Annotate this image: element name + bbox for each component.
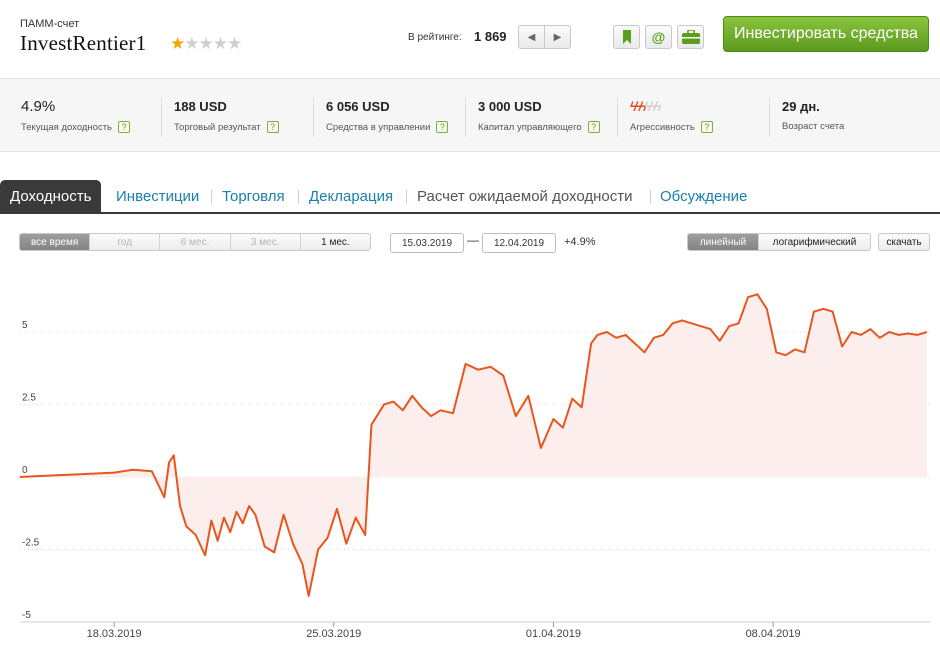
star-icon: ★ — [227, 34, 242, 53]
chevron-left-icon[interactable]: ◀ — [519, 26, 545, 48]
stat-trading-result: 188 USD Торговый результат? — [161, 97, 279, 137]
stat-label: Торговый результат — [174, 121, 261, 133]
scale-logarithmic[interactable]: логарифмический — [758, 234, 870, 250]
stat-value: 6 056 USD — [326, 98, 390, 114]
star-icon: ★ — [198, 34, 214, 53]
stat-label: Средства в управлении — [326, 121, 431, 133]
tab-discussion[interactable]: Обсуждение — [660, 180, 747, 212]
email-icon: @ — [651, 29, 666, 45]
rating-pager: ◀ ▶ — [518, 25, 571, 49]
rating-stars: ★★★★★ — [170, 34, 242, 54]
lightning-icon: ϟϟϟϟϟϟ — [630, 98, 661, 114]
date-from-input[interactable]: 15.03.2019 — [390, 233, 464, 253]
x-tick-label: 18.03.2019 — [87, 628, 142, 640]
scale-selector: линейный логарифмический — [687, 233, 871, 251]
scale-linear[interactable]: линейный — [688, 234, 758, 250]
tab-separator — [406, 190, 407, 204]
star-icon: ★ — [170, 34, 185, 53]
yield-chart: 5 2.5 0 -2.5 -5 18.03.2019 25.03.2019 01.04.201… — [19, 293, 930, 640]
tab-separator — [298, 190, 299, 204]
date-to-input[interactable]: 12.04.2019 — [482, 233, 556, 253]
stat-value: 29 дн. — [782, 98, 820, 114]
tab-declaration[interactable]: Декларация — [309, 180, 393, 212]
stat-value: 4.9% — [21, 97, 56, 115]
bookmark-icon — [622, 30, 631, 44]
rating-label: В рейтинге: — [408, 32, 462, 43]
date-separator: — — [467, 233, 479, 247]
account-header: ПАММ-счет InvestRentier1 ★★★★★ В рейтинг… — [0, 0, 940, 78]
stat-manager-capital: 3 000 USD Капитал управляющего? — [465, 97, 600, 137]
stats-panel: 4.9% Текущая доходность? 188 USD Торговы… — [0, 78, 940, 152]
stat-funds-under-management: 6 056 USD Средства в управлении? — [313, 97, 449, 137]
range-year[interactable]: год — [90, 234, 161, 250]
briefcase-icon — [681, 30, 700, 44]
x-tick-label: 25.03.2019 — [306, 628, 361, 640]
tab-investments[interactable]: Инвестиции — [116, 180, 199, 212]
tab-separator — [650, 190, 651, 204]
range-selector: все время год 6 мес. 3 мес. 1 мес. — [19, 233, 371, 251]
invest-button[interactable]: Инвестировать средства — [723, 16, 929, 52]
help-icon[interactable]: ? — [436, 121, 449, 133]
stat-value: 3 000 USD — [478, 98, 542, 114]
help-icon[interactable]: ? — [118, 121, 131, 133]
star-icon: ★ — [212, 34, 228, 53]
tab-yield[interactable]: Доходность — [0, 180, 102, 212]
rating-value: 1 869 — [474, 29, 507, 44]
range-all-time[interactable]: все время — [20, 234, 91, 250]
stat-yield: 4.9% Текущая доходность? — [21, 97, 131, 137]
tab-separator — [211, 190, 212, 204]
y-tick-label: -2.5 — [22, 538, 40, 549]
period-change: +4.9% — [564, 236, 596, 248]
download-button[interactable]: скачать — [878, 233, 930, 251]
page: ПАММ-счет InvestRentier1 ★★★★★ В рейтинг… — [0, 0, 940, 661]
email-button[interactable]: @ — [645, 25, 672, 49]
x-tick-label: 01.04.2019 — [526, 628, 581, 640]
star-icon: ★ — [184, 34, 199, 53]
tab-bar: Доходность Инвестиции Торговля Деклараци… — [0, 180, 940, 214]
account-type: ПАММ-счет — [20, 18, 80, 30]
stat-value: 188 USD — [174, 98, 227, 114]
stat-label: Текущая доходность — [21, 121, 113, 133]
y-tick-label: 0 — [22, 465, 28, 476]
help-icon[interactable]: ? — [587, 121, 600, 133]
stat-label: Капитал управляющего — [478, 121, 582, 133]
help-icon[interactable]: ? — [266, 121, 279, 133]
briefcase-button[interactable] — [677, 25, 704, 49]
bookmark-button[interactable] — [613, 25, 640, 49]
chevron-right-icon[interactable]: ▶ — [545, 26, 570, 48]
stat-aggressiveness: ϟϟϟϟϟϟ Агрессивность? — [617, 97, 713, 137]
help-icon[interactable]: ? — [700, 121, 713, 133]
tab-trading[interactable]: Торговля — [222, 180, 285, 212]
x-tick-label: 08.04.2019 — [746, 628, 801, 640]
lightning-icon: ϟ — [654, 98, 661, 114]
range-6-months[interactable]: 6 мес. — [160, 234, 231, 250]
stat-account-age: 29 дн. Возраст счета — [769, 97, 844, 137]
range-1-month[interactable]: 1 мес. — [301, 234, 370, 250]
stat-label: Агрессивность — [630, 121, 695, 133]
y-tick-label: 2.5 — [22, 393, 36, 404]
range-3-months[interactable]: 3 мес. — [231, 234, 301, 250]
stat-label: Возраст счета — [782, 121, 845, 132]
y-tick-label: -5 — [22, 610, 31, 621]
series-area — [20, 294, 927, 596]
y-tick-label: 5 — [22, 320, 28, 331]
account-name[interactable]: InvestRentier1 — [20, 31, 146, 56]
tab-expected-yield[interactable]: Расчет ожидаемой доходности — [417, 180, 633, 212]
